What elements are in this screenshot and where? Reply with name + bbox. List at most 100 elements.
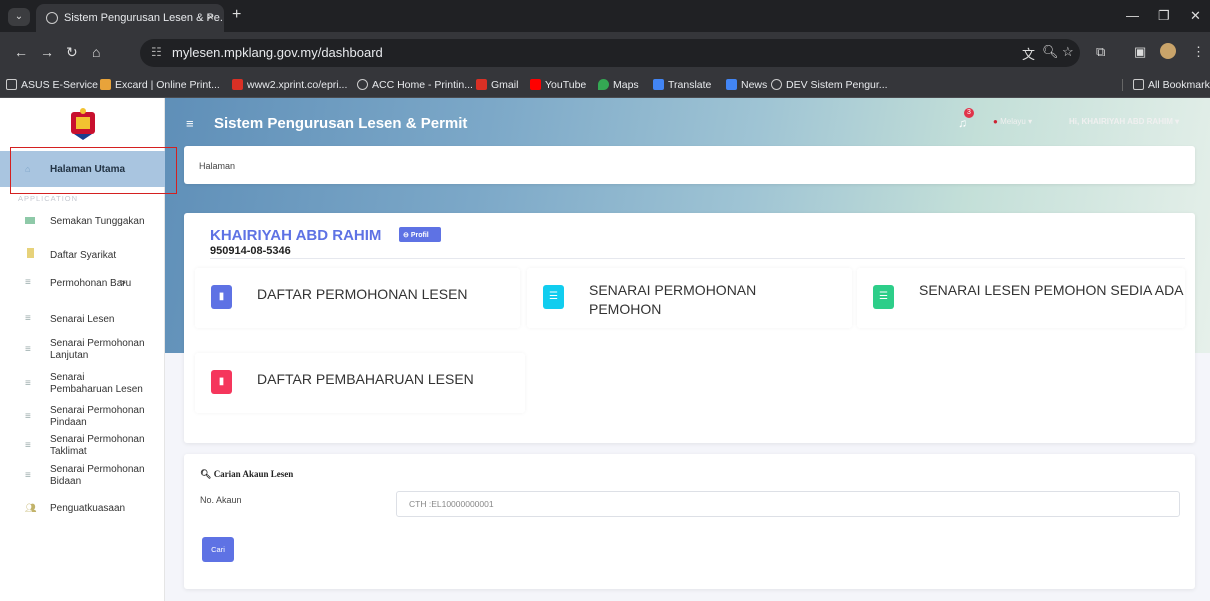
minimize-icon[interactable]: — — [1126, 8, 1139, 23]
bookmark-item[interactable]: DEV Sistem Pengur... — [771, 79, 888, 91]
list-icon: ≡ — [25, 378, 31, 389]
sidebar-item-daftar-syarikat[interactable]: Daftar Syarikat — [0, 248, 165, 268]
back-icon[interactable]: ← — [14, 44, 28, 60]
highlight-annotation-box — [10, 147, 177, 194]
xprint-icon — [232, 79, 243, 90]
browser-tab-strip: ⌄ Sistem Pengurusan Lesen & Pe... × + — … — [0, 0, 1210, 32]
bookmark-item[interactable]: YouTube — [530, 79, 586, 91]
profile-avatar[interactable] — [1160, 43, 1176, 59]
new-tab-button[interactable]: + — [232, 6, 241, 24]
gmail-icon — [476, 79, 487, 90]
bookmarks-bar: ASUS E-Service Excard | Online Print... … — [0, 74, 1210, 98]
sidebar-item-permohonan-baru[interactable]: ≡ Permohonan Baru > — [0, 278, 165, 298]
account-search-card: 🔍︎ Carian Akaun Lesen No. Akaun Cari — [184, 454, 1195, 589]
user-menu[interactable]: Hi, KHAIRIYAH ABD RAHIM ▾ — [1069, 117, 1179, 126]
excard-icon — [100, 79, 111, 90]
profile-button[interactable]: ⊖ Profil — [399, 227, 441, 242]
tile-daftar-permohonan-lesen[interactable]: ▮ DAFTAR PERMOHONAN LESEN — [195, 268, 520, 328]
money-icon — [25, 217, 35, 224]
folder-icon — [6, 79, 17, 90]
list-icon: ☰ — [873, 285, 894, 309]
globe-icon — [357, 79, 368, 90]
translate-icon — [653, 79, 664, 90]
building-icon — [27, 248, 34, 258]
account-number-input[interactable] — [396, 491, 1180, 517]
list-icon: ≡ — [25, 277, 31, 288]
breadcrumb-text: Halaman — [199, 161, 236, 171]
extensions-icon[interactable]: ⧉ — [1096, 44, 1105, 60]
zoom-icon[interactable]: 🔍︎ — [1042, 44, 1059, 60]
sidebar-item-semakan-tunggakan[interactable]: Semakan Tunggakan — [0, 216, 165, 236]
news-icon — [726, 79, 737, 90]
youtube-icon — [530, 79, 541, 90]
sidebar-item-senarai-permohonan-taklimat[interactable]: ≡ Senarai Permohonan Taklimat — [0, 434, 165, 460]
search-button[interactable]: Cari — [202, 537, 234, 562]
profile-name: KHAIRIYAH ABD RAHIM — [210, 227, 382, 244]
tab-search-button[interactable]: ⌄ — [8, 8, 30, 26]
search-card-title: 🔍︎ Carian Akaun Lesen — [200, 469, 294, 479]
divider — [210, 258, 1185, 259]
site-info-icon[interactable]: ☷ — [151, 45, 162, 59]
notification-badge: 3 — [964, 108, 974, 118]
search-icon: 🔍︎ — [200, 469, 212, 479]
tab-close-icon[interactable]: × — [207, 10, 214, 24]
user-circle-icon: ⊖ — [403, 232, 409, 239]
app-viewport: ≡ Sistem Pengurusan Lesen & Permit ♫ 3 ●… — [0, 98, 1210, 601]
flag-icon: ● — [993, 117, 998, 126]
browser-menu-icon[interactable]: ⋮ — [1192, 44, 1205, 60]
bookmark-item[interactable]: www2.xprint.co/epri... — [232, 79, 347, 91]
ic-number: 950914-08-5346 — [210, 245, 291, 257]
tile-daftar-pembaharuan-lesen[interactable]: ▮ DAFTAR PEMBAHARUAN LESEN — [195, 353, 525, 413]
sidebar-item-senarai-pembaharuan-lesen[interactable]: ≡ Senarai Pembaharuan Lesen — [0, 372, 165, 398]
bookmark-item[interactable]: ACC Home - Printin... — [357, 79, 473, 91]
language-selector[interactable]: ● Melayu ▾ — [993, 117, 1032, 126]
list-icon: ≡ — [25, 440, 31, 451]
list-icon: ≡ — [25, 411, 31, 422]
globe-icon — [771, 79, 782, 90]
sidebar-item-senarai-permohonan-lanjutan[interactable]: ≡ Senarai Permohonan Lanjutan — [0, 338, 165, 364]
bookmark-item[interactable]: News — [726, 79, 767, 91]
hamburger-menu-icon[interactable]: ≡ — [186, 116, 194, 131]
translate-page-icon[interactable]: 文 — [1022, 44, 1035, 63]
users-icon: 👥︎ — [25, 503, 37, 513]
list-icon: ☰ — [543, 285, 564, 309]
bell-icon[interactable]: ♫ — [958, 116, 967, 130]
side-panel-icon[interactable]: ▣ — [1134, 44, 1146, 60]
account-number-label: No. Akaun — [200, 495, 242, 505]
home-icon[interactable]: ⌂ — [92, 44, 100, 60]
browser-tab[interactable]: Sistem Pengurusan Lesen & Pe... × — [36, 4, 224, 32]
reload-icon[interactable]: ↻ — [66, 44, 78, 61]
chevron-right-icon: > — [120, 278, 126, 289]
list-icon: ≡ — [25, 313, 31, 324]
url-text: mylesen.mpklang.gov.my/dashboard — [172, 45, 383, 60]
list-icon: ≡ — [25, 470, 31, 481]
sidebar-section-label: APPLICATION — [18, 194, 79, 203]
file-icon: ▮ — [211, 285, 232, 309]
address-bar[interactable]: ☷ mylesen.mpklang.gov.my/dashboard — [140, 39, 1080, 67]
forward-icon[interactable]: → — [40, 44, 54, 60]
tile-senarai-permohonan-pemohon[interactable]: ☰ SENARAI PERMOHONAN PEMOHON — [527, 268, 852, 328]
restore-icon[interactable]: ❐ — [1158, 8, 1170, 24]
folder-icon — [1133, 79, 1144, 90]
sidebar-item-senarai-lesen[interactable]: ≡ Senarai Lesen — [0, 314, 165, 334]
bookmark-item[interactable]: Translate — [653, 79, 711, 91]
bookmark-item[interactable]: Excard | Online Print... — [100, 79, 220, 91]
all-bookmarks-button[interactable]: All Bookmarks — [1122, 79, 1210, 91]
globe-icon — [46, 12, 58, 24]
bookmark-item[interactable]: ASUS E-Service — [6, 79, 98, 91]
sidebar-item-penguatkuasaan[interactable]: 👥︎ Penguatkuasaan — [0, 503, 165, 523]
bookmark-item[interactable]: Gmail — [476, 79, 518, 91]
tile-senarai-lesen-pemohon-sedia-ada[interactable]: ☰ SENARAI LESEN PEMOHON SEDIA ADA — [857, 268, 1185, 328]
tab-title: Sistem Pengurusan Lesen & Pe... — [64, 12, 224, 24]
list-icon: ≡ — [25, 344, 31, 355]
breadcrumb: Halaman — [184, 146, 1195, 184]
file-icon: ▮ — [211, 370, 232, 394]
sidebar-item-senarai-permohonan-pindaan[interactable]: ≡ Senarai Permohonan Pindaan — [0, 405, 165, 431]
bookmark-star-icon[interactable]: ☆ — [1062, 44, 1074, 60]
council-logo — [71, 108, 95, 140]
bookmark-item[interactable]: Maps — [598, 79, 639, 91]
sidebar-item-senarai-permohonan-bidaan[interactable]: ≡ Senarai Permohonan Bidaan — [0, 464, 165, 490]
dashboard-card: KHAIRIYAH ABD RAHIM ⊖ Profil 950914-08-5… — [184, 213, 1195, 443]
close-window-icon[interactable]: ✕ — [1190, 8, 1201, 24]
maps-icon — [598, 79, 609, 90]
